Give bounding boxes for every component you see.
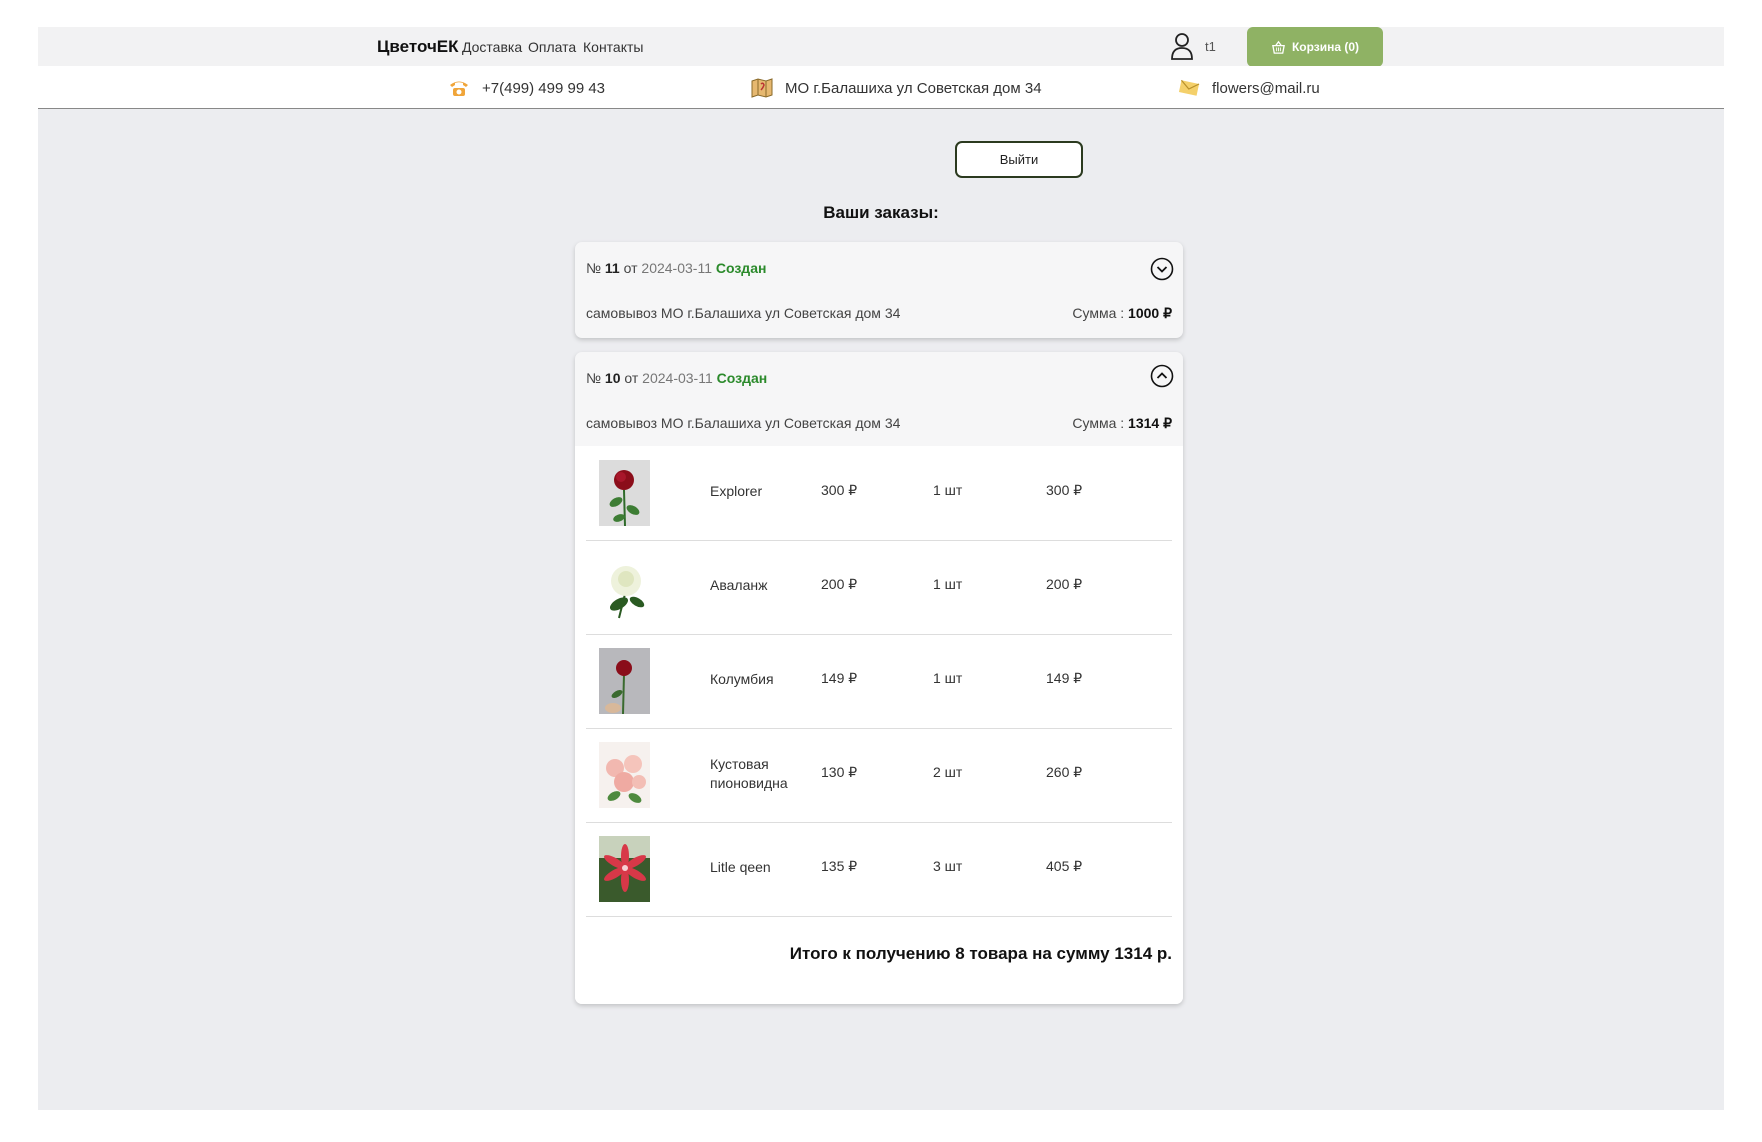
order-sum: Сумма : 1314 ₽ xyxy=(1072,415,1172,432)
item-total: 200 ₽ xyxy=(1046,576,1083,592)
order-from: от xyxy=(624,370,639,386)
sum-label: Сумма : xyxy=(1072,415,1125,431)
address-text: МО г.Балашиха ул Советская дом 34 xyxy=(785,79,1042,97)
chevron-down-icon[interactable] xyxy=(1150,257,1174,281)
product-image[interactable] xyxy=(599,554,650,620)
item-price: 130 ₽ xyxy=(821,764,858,780)
item-price: 149 ₽ xyxy=(821,670,858,686)
item-total: 405 ₽ xyxy=(1046,858,1083,874)
order-address: самовывоз МО г.Балашиха ул Советская дом… xyxy=(586,415,900,431)
order-status: Создан xyxy=(715,260,767,276)
contact-phone: +7(499) 499 99 43 xyxy=(448,78,605,98)
top-bar: ЦветочЕК Доставка Оплата Контакты t1 Кор… xyxy=(38,27,1724,67)
contact-email: flowers@mail.ru xyxy=(1178,78,1320,98)
product-image[interactable] xyxy=(599,742,650,808)
order-number: 11 xyxy=(604,260,620,276)
basket-icon xyxy=(1272,40,1285,54)
email-address[interactable]: flowers@mail.ru xyxy=(1212,80,1320,97)
phone-icon xyxy=(450,81,468,96)
contact-bar: +7(499) 499 99 43 МО г.Балашиха ул Совет… xyxy=(38,66,1724,109)
nav-contacts[interactable]: Контакты xyxy=(583,39,643,55)
brand-logo[interactable]: ЦветочЕК xyxy=(377,37,459,57)
item-total: 260 ₽ xyxy=(1046,764,1083,780)
delivery-type: самовывоз xyxy=(586,415,658,431)
order-number-prefix: № xyxy=(586,260,602,276)
item-name: Колумбия xyxy=(710,671,774,687)
order-item-row: Аваланж 200 ₽ 1 шт 200 ₽ xyxy=(586,540,1172,635)
orders-title: Ваши заказы: xyxy=(823,203,939,222)
sum-label: Сумма : xyxy=(1072,305,1125,321)
order-number: 10 xyxy=(604,370,621,386)
cart-button[interactable]: Корзина (0) xyxy=(1247,27,1383,67)
order-address: самовывоз МО г.Балашиха ул Советская дом… xyxy=(586,305,900,321)
nav-payment[interactable]: Оплата xyxy=(528,39,576,55)
order-card: № 11 от 2024-03-11 Создан самовывоз МО г… xyxy=(575,242,1183,338)
delivery-type: самовывоз xyxy=(586,305,658,321)
page-frame: ЦветочЕК Доставка Оплата Контакты t1 Кор… xyxy=(38,27,1724,1110)
item-total: 149 ₽ xyxy=(1046,670,1083,686)
order-summary: Итого к получению 8 товара на сумму 1314… xyxy=(789,944,1172,963)
mail-icon xyxy=(1178,79,1200,96)
item-quantity: 1 шт xyxy=(933,670,963,686)
order-number-prefix: № xyxy=(586,370,602,386)
order-status: Создан xyxy=(716,370,768,386)
pickup-address: МО г.Балашиха ул Советская дом 34 xyxy=(660,415,901,431)
order-header: № 10 от 2024-03-11 Создан xyxy=(586,370,767,386)
order-header: № 11 от 2024-03-11 Создан xyxy=(586,260,766,276)
order-item-row: Колумбия 149 ₽ 1 шт 149 ₽ xyxy=(586,634,1172,729)
map-icon xyxy=(751,78,773,98)
order-sum: Сумма : 1000 ₽ xyxy=(1072,305,1172,322)
item-name: Кустовая пионовидна xyxy=(710,756,788,791)
item-total: 300 ₽ xyxy=(1046,482,1083,498)
item-price: 200 ₽ xyxy=(821,576,858,592)
item-quantity: 1 шт xyxy=(933,576,963,592)
order-card: № 10 от 2024-03-11 Создан самовывоз МО г… xyxy=(575,352,1183,1004)
logout-button[interactable]: Выйти xyxy=(955,141,1083,178)
order-item-row: Кустовая пионовидна 130 ₽ 2 шт 260 ₽ xyxy=(586,728,1172,823)
nav-delivery[interactable]: Доставка xyxy=(462,39,522,55)
item-quantity: 3 шт xyxy=(933,858,963,874)
item-quantity: 1 шт xyxy=(933,482,963,498)
order-date: 2024-03-11 xyxy=(642,370,713,386)
product-image[interactable] xyxy=(599,460,650,526)
contact-address: МО г.Балашиха ул Советская дом 34 xyxy=(751,78,1042,98)
item-price: 300 ₽ xyxy=(821,482,858,498)
phone-number[interactable]: +7(499) 499 99 43 xyxy=(482,80,605,97)
cart-label: Корзина (0) xyxy=(1291,40,1360,54)
item-price: 135 ₽ xyxy=(821,858,858,874)
sum-value: 1000 ₽ xyxy=(1128,305,1172,321)
order-item-row: Litle qeen 135 ₽ 3 шт 405 ₽ xyxy=(586,822,1172,917)
order-date: 2024-03-11 xyxy=(641,260,712,276)
item-name: Аваланж xyxy=(710,577,768,593)
item-name: Litle qeen xyxy=(710,859,771,875)
sum-value: 1314 ₽ xyxy=(1128,415,1172,431)
product-image[interactable] xyxy=(599,648,650,714)
user-name[interactable]: t1 xyxy=(1205,39,1216,54)
order-items: Explorer 300 ₽ 1 шт 300 ₽ Аваланж 200 ₽ … xyxy=(575,446,1183,1004)
item-quantity: 2 шт xyxy=(933,764,963,780)
pickup-address: МО г.Балашиха ул Советская дом 34 xyxy=(660,305,901,321)
chevron-up-icon[interactable] xyxy=(1150,364,1174,388)
item-name: Explorer xyxy=(710,483,763,499)
order-item-row: Explorer 300 ₽ 1 шт 300 ₽ xyxy=(586,446,1172,541)
order-from: от xyxy=(623,260,638,276)
user-icon[interactable] xyxy=(1170,32,1194,60)
product-image[interactable] xyxy=(599,836,650,902)
